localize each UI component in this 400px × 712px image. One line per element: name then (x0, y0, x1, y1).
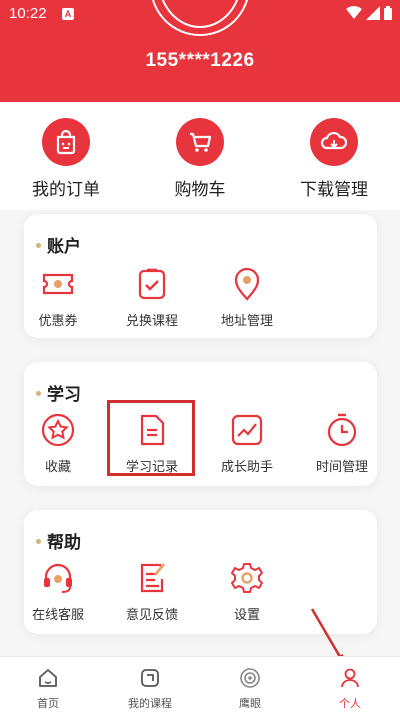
avatar[interactable] (150, 0, 250, 36)
study-title: 学习 (36, 380, 81, 405)
help-card: 帮助 在线客服 意见反馈 设置 (24, 510, 377, 634)
coupon-label: 优惠券 (38, 314, 78, 329)
settings-label: 设置 (233, 608, 260, 623)
coupon-icon (42, 273, 74, 295)
tab-home[interactable]: 首页 (8, 667, 88, 711)
download-manager-button[interactable]: 下载管理 (274, 118, 394, 200)
growth-assistant-label: 成长助手 (220, 460, 273, 475)
bag-icon (42, 118, 90, 166)
bottom-tab-bar: 首页 我的课程 鹰眼 个人 (0, 656, 400, 712)
cart-icon (176, 118, 224, 166)
feedback-button[interactable]: 意见反馈 (112, 560, 192, 623)
star-icon (41, 413, 75, 447)
logo-icon (150, 0, 250, 8)
study-card: 学习 收藏 学习记录 成长助手 时间管理 (24, 362, 377, 486)
signal-icon (366, 6, 380, 20)
home-icon (39, 669, 57, 687)
feedback-label: 意见反馈 (125, 608, 178, 623)
account-title: 账户 (36, 232, 81, 257)
coupon-button[interactable]: 优惠券 (18, 266, 98, 329)
headset-icon (44, 563, 72, 593)
download-manager-label: 下载管理 (300, 180, 368, 200)
phone-number: 155****1226 (145, 50, 255, 71)
timer-icon (327, 413, 357, 447)
exchange-course-button[interactable]: 兑换课程 (112, 266, 192, 329)
gear-icon (231, 563, 263, 593)
address-manager-button[interactable]: 地址管理 (207, 266, 287, 329)
online-service-button[interactable]: 在线客服 (18, 560, 98, 623)
favorites-button[interactable]: 收藏 (18, 412, 98, 475)
tab-eagle-eye[interactable]: 鹰眼 (210, 667, 290, 711)
favorites-label: 收藏 (44, 460, 71, 475)
cloud-download-icon (310, 118, 358, 166)
cart-label: 购物车 (174, 180, 226, 200)
highlight-box (107, 400, 195, 476)
my-orders-label: 我的订单 (32, 180, 100, 200)
growth-chart-icon (231, 414, 263, 446)
tab-home-label: 首页 (37, 697, 59, 710)
tab-profile[interactable]: 个人 (310, 667, 390, 711)
quick-actions: 我的订单 购物车 下载管理 (0, 102, 400, 210)
wifi-icon (346, 6, 362, 19)
tab-eagle-eye-label: 鹰眼 (239, 697, 261, 710)
course-icon (141, 669, 159, 687)
profile-header: 10:22 A 155****1226 (0, 0, 400, 102)
battery-icon (384, 6, 392, 20)
tab-my-courses-label: 我的课程 (128, 697, 172, 710)
online-service-label: 在线客服 (31, 608, 84, 623)
tab-my-courses[interactable]: 我的课程 (110, 667, 190, 711)
location-icon (234, 267, 260, 301)
status-indicator: A (62, 8, 74, 20)
tab-profile-label: 个人 (339, 697, 361, 710)
account-card: 账户 优惠券 兑换课程 地址管理 (24, 214, 377, 338)
cart-button[interactable]: 购物车 (140, 118, 260, 200)
help-title: 帮助 (36, 528, 81, 553)
growth-assistant-button[interactable]: 成长助手 (207, 412, 287, 475)
time-management-label: 时间管理 (315, 460, 368, 475)
feedback-icon (140, 563, 166, 593)
my-orders-button[interactable]: 我的订单 (6, 118, 126, 200)
eye-icon (240, 668, 260, 688)
person-icon (341, 668, 359, 688)
exchange-icon (138, 268, 166, 300)
time-management-button[interactable]: 时间管理 (302, 412, 382, 475)
status-icons (346, 6, 392, 20)
exchange-course-label: 兑换课程 (125, 314, 178, 329)
status-time: 10:22 (9, 5, 47, 22)
address-manager-label: 地址管理 (220, 314, 273, 329)
settings-button[interactable]: 设置 (207, 560, 287, 623)
